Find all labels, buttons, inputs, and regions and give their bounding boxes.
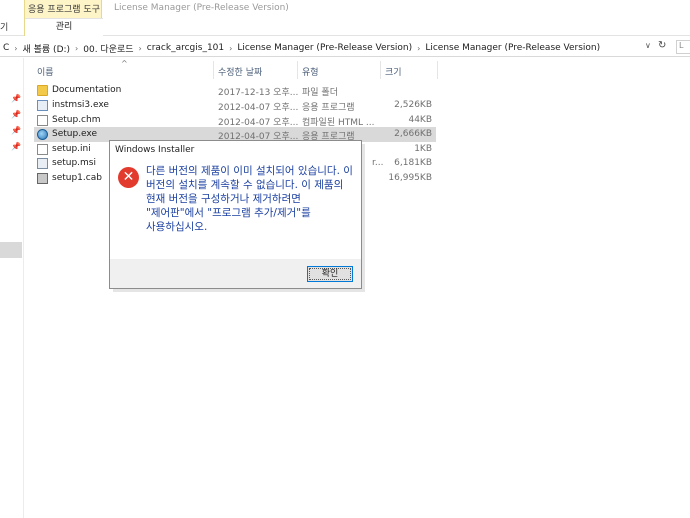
dialog-titlebar[interactable]: Windows Installer <box>110 141 361 159</box>
nav-selected-item[interactable] <box>0 242 22 258</box>
file-row[interactable]: instmsi3.exe 2012-04-07 오후... 응용 프로그램 2,… <box>34 98 436 113</box>
file-date: 2017-12-13 오후... <box>218 88 299 98</box>
breadcrumb-item[interactable]: crack_arcgis_101 <box>144 43 227 53</box>
file-date: 2012-04-07 오후... <box>218 103 299 113</box>
setup-icon <box>37 129 48 140</box>
search-input[interactable]: L <box>676 40 690 54</box>
file-name: instmsi3.exe <box>52 100 109 110</box>
address-bar[interactable]: C › 새 볼륨 (D:) › 00. 다운로드 › crack_arcgis_… <box>0 37 690 57</box>
exe-icon <box>37 100 48 111</box>
chm-icon <box>37 115 48 126</box>
breadcrumb-item[interactable]: License Manager (Pre-Release Version) <box>234 43 415 53</box>
file-size: 2,666KB <box>394 129 432 139</box>
context-tab-group: 응용 프로그램 도구 관리 <box>24 0 103 36</box>
column-divider[interactable] <box>437 61 438 79</box>
file-type: 파일 폴더 <box>302 88 338 98</box>
file-name: Setup.chm <box>52 115 101 125</box>
tab-manage[interactable]: 관리 <box>25 18 103 36</box>
dialog-title: Windows Installer <box>115 145 195 155</box>
ok-button[interactable]: 확인 <box>307 266 353 282</box>
pin-icon[interactable]: 📌 <box>11 142 21 151</box>
file-size: 6,181KB <box>394 158 432 168</box>
error-icon: ✕ <box>118 167 139 188</box>
ok-button-label: 확인 <box>321 269 339 279</box>
ribbon: 기 응용 프로그램 도구 관리 License Manager (Pre-Rel… <box>0 0 690 36</box>
file-size: 16,995KB <box>388 173 432 183</box>
ribbon-tab-fragment[interactable]: 기 <box>0 20 8 33</box>
column-divider[interactable] <box>380 61 381 79</box>
dialog-footer: 확인 <box>110 259 361 288</box>
dialog-body: ✕ 다른 버전의 제품이 이미 설치되어 있습니다. 이 버전의 설치를 계속할… <box>110 159 361 259</box>
file-size: 1KB <box>414 144 432 154</box>
breadcrumb-item[interactable]: C <box>0 43 12 53</box>
sort-up-icon: ^ <box>121 59 128 68</box>
column-header-size[interactable]: 크기 <box>385 65 402 78</box>
column-headers: ^ 이름 수정한 날짜 유형 크기 <box>25 59 690 79</box>
pin-icon[interactable]: 📌 <box>11 110 21 119</box>
chevron-right-icon[interactable]: › <box>12 44 19 53</box>
file-name: Setup.exe <box>52 129 98 139</box>
dialog-message: 다른 버전의 제품이 이미 설치되어 있습니다. 이 버전의 설치를 계속할 수… <box>146 165 353 233</box>
chevron-right-icon[interactable]: › <box>73 44 80 53</box>
file-name: Documentation <box>52 85 122 95</box>
column-divider[interactable] <box>297 61 298 79</box>
breadcrumb-item[interactable]: 00. 다운로드 <box>80 42 136 55</box>
window-title: License Manager (Pre-Release Version) <box>114 3 289 13</box>
file-size: 2,526KB <box>394 100 432 110</box>
navigation-pane: 📌 📌 📌 📌 <box>0 58 24 518</box>
breadcrumb-item[interactable]: License Manager (Pre-Release Version) <box>422 43 603 53</box>
breadcrumb: C › 새 볼륨 (D:) › 00. 다운로드 › crack_arcgis_… <box>0 41 603 55</box>
chevron-right-icon[interactable]: › <box>227 44 234 53</box>
file-size: 44KB <box>408 115 432 125</box>
installer-dialog: Windows Installer ✕ 다른 버전의 제품이 이미 설치되어 있… <box>109 140 362 289</box>
cab-icon <box>37 173 48 184</box>
file-type: r... <box>372 158 384 168</box>
chevron-down-icon[interactable]: ∨ <box>645 41 651 50</box>
column-header-type[interactable]: 유형 <box>302 65 319 78</box>
file-row[interactable]: Setup.chm 2012-04-07 오후... 컴파일된 HTML ...… <box>34 113 436 128</box>
column-header-name[interactable]: 이름 <box>37 65 54 78</box>
breadcrumb-item[interactable]: 새 볼륨 (D:) <box>20 42 74 55</box>
msi-icon <box>37 158 48 169</box>
folder-icon <box>37 85 48 96</box>
column-divider[interactable] <box>213 61 214 79</box>
file-name: setup.msi <box>52 158 96 168</box>
ini-icon <box>37 144 48 155</box>
pin-icon[interactable]: 📌 <box>11 126 21 135</box>
chevron-right-icon[interactable]: › <box>137 44 144 53</box>
column-header-date[interactable]: 수정한 날짜 <box>218 65 262 78</box>
refresh-icon[interactable]: ↻ <box>658 40 666 51</box>
file-row[interactable]: Documentation 2017-12-13 오후... 파일 폴더 <box>34 83 436 98</box>
pin-icon[interactable]: 📌 <box>11 94 21 103</box>
context-group-title: 응용 프로그램 도구 <box>28 5 100 15</box>
chevron-right-icon[interactable]: › <box>415 44 422 53</box>
file-name: setup1.cab <box>52 173 102 183</box>
file-type: 응용 프로그램 <box>302 103 355 113</box>
file-name: setup.ini <box>52 144 91 154</box>
